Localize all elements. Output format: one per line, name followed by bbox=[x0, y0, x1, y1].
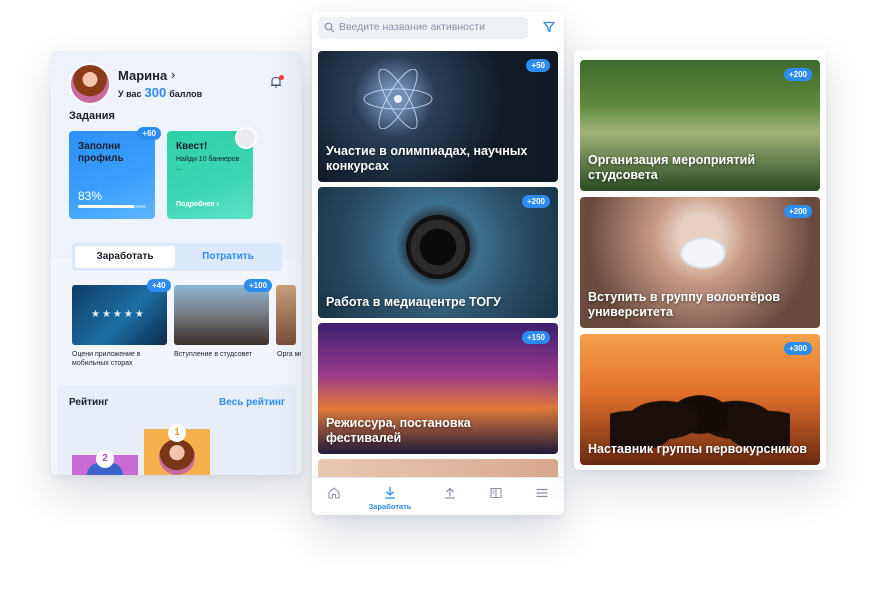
tasks-heading: Задания bbox=[69, 110, 115, 122]
place-number: 2 bbox=[96, 450, 114, 468]
activity-title: Наставник группы первокурсников bbox=[588, 442, 808, 456]
activity-card[interactable]: +50 Участие в олимпиадах, научных конкур… bbox=[318, 51, 558, 182]
points-badge: +50 bbox=[526, 59, 550, 72]
tab-home[interactable] bbox=[312, 478, 359, 515]
chevron-right-icon[interactable]: › bbox=[171, 67, 175, 82]
points-badge: +100 bbox=[244, 279, 273, 292]
activity-card[interactable]: +300 Наставник группы первокурсников bbox=[580, 334, 820, 465]
avatar[interactable] bbox=[69, 63, 111, 105]
task-card-title: Заполни профиль bbox=[78, 141, 124, 164]
earn-item-student-council[interactable] bbox=[174, 285, 269, 345]
activities-screen: Введите название активности +50 Участие … bbox=[312, 12, 564, 515]
task-progress-fill bbox=[78, 205, 135, 208]
quest-hex-icon bbox=[235, 127, 257, 149]
points-badge: +200 bbox=[783, 205, 812, 218]
activity-card[interactable]: +200 Работа в медиацентре ТОГУ bbox=[318, 187, 558, 318]
activity-card[interactable]: +200 Вступить в группу волонтёров универ… bbox=[580, 197, 820, 328]
earn-item-caption: Вступление в студсовет bbox=[174, 351, 253, 358]
points-value: 300 bbox=[144, 85, 167, 100]
points-badge: +150 bbox=[521, 331, 550, 344]
camera-illustration bbox=[406, 215, 470, 279]
activity-title: Организация мероприятий студсовета bbox=[588, 153, 756, 182]
points-badge: +200 bbox=[783, 68, 812, 81]
home-icon bbox=[328, 487, 340, 499]
search-input[interactable]: Введите название активности bbox=[318, 17, 528, 39]
earn-spend-toggle: Заработать Потратить bbox=[72, 243, 282, 271]
filter-icon[interactable] bbox=[543, 21, 555, 33]
task-card-subtitle: Найди 10 баннеров ... bbox=[176, 156, 240, 172]
user-name[interactable]: Марина bbox=[118, 68, 167, 83]
balance-prefix: У вас bbox=[118, 89, 142, 99]
tab-spend[interactable] bbox=[425, 478, 475, 515]
tab-earn[interactable]: Заработать bbox=[365, 478, 415, 515]
rating-heading: Рейтинг bbox=[69, 397, 109, 408]
activity-title: Работа в медиацентре ТОГУ bbox=[326, 295, 501, 309]
activity-card[interactable]: +150 Режиссура, постановка фестивалей bbox=[318, 323, 558, 454]
points-badge: +40 bbox=[147, 279, 171, 292]
points-badge: +300 bbox=[783, 342, 812, 355]
task-card-profile[interactable]: Заполни профиль 83% +60 bbox=[69, 127, 161, 219]
points-balance: У вас 300 баллов bbox=[118, 85, 202, 100]
balance-suffix: баллов bbox=[169, 89, 203, 99]
earn-item-caption: Оцени приложение в мобильных сторах bbox=[72, 351, 141, 367]
more-link[interactable]: Подробнее › bbox=[176, 201, 219, 208]
tab-journal[interactable] bbox=[471, 478, 521, 515]
activities-screen-continued: +200 Организация мероприятий студсовета … bbox=[574, 50, 826, 470]
volunteer-badge-illustration bbox=[680, 237, 726, 269]
book-icon bbox=[490, 487, 502, 499]
tab-label: Заработать bbox=[368, 502, 412, 511]
earn-item-caption: Орга мер bbox=[277, 351, 301, 358]
showcase-stage: Марина › У вас 300 баллов Задания Заполни … bbox=[0, 0, 876, 606]
earn-item-rate-app[interactable]: ★★★★★ bbox=[72, 285, 167, 345]
task-progress-label: 83% bbox=[78, 189, 103, 203]
upload-icon bbox=[444, 487, 456, 499]
bottom-tab-bar: Заработать bbox=[312, 477, 564, 515]
search-placeholder: Введите название активности bbox=[339, 21, 485, 33]
profile-screen: Марина › У вас 300 баллов Задания Заполни … bbox=[51, 51, 302, 475]
points-badge: +200 bbox=[521, 195, 550, 208]
download-icon bbox=[384, 486, 396, 499]
notification-dot bbox=[279, 75, 284, 80]
earn-item-partial[interactable] bbox=[276, 285, 296, 345]
activity-title: Участие в олимпиадах, научных конкурсах bbox=[326, 144, 528, 173]
avatar[interactable] bbox=[159, 439, 195, 475]
task-progress-bar bbox=[78, 205, 146, 208]
points-badge: +60 bbox=[137, 127, 161, 140]
atom-illustration bbox=[363, 69, 433, 129]
tab-menu[interactable] bbox=[517, 478, 564, 515]
tab-earn[interactable]: Заработать bbox=[75, 246, 175, 268]
search-icon bbox=[324, 22, 335, 33]
activity-title: Вступить в группу волонтёров университет… bbox=[588, 290, 781, 319]
all-rating-link[interactable]: Весь рейтинг bbox=[219, 397, 285, 408]
tab-spend[interactable]: Потратить bbox=[178, 246, 278, 268]
place-number: 1 bbox=[168, 424, 186, 442]
activity-title: Режиссура, постановка фестивалей bbox=[326, 416, 471, 445]
activity-card[interactable]: +200 Организация мероприятий студсовета bbox=[580, 60, 820, 191]
menu-icon bbox=[536, 488, 548, 498]
stars-icon: ★★★★★ bbox=[91, 309, 146, 320]
